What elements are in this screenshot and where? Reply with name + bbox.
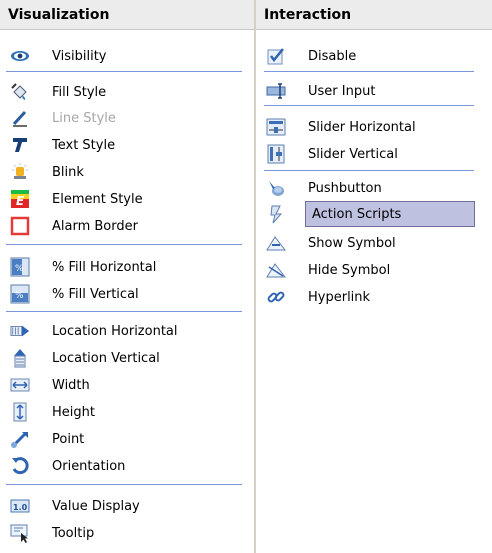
visualization-item-visibility[interactable]: Visibility bbox=[0, 43, 254, 69]
point-icon bbox=[10, 429, 30, 449]
location-horizontal-icon bbox=[10, 321, 30, 341]
visualization-item-orientation[interactable]: Orientation bbox=[0, 453, 254, 479]
visualization-item-height[interactable]: Height bbox=[0, 399, 254, 425]
orientation-icon bbox=[10, 456, 30, 476]
visualization-item-width[interactable]: Width bbox=[0, 372, 254, 398]
visualization-item-percent-fill-horizontal[interactable]: % % Fill Horizontal bbox=[0, 254, 254, 280]
interaction-item-label: Hyperlink bbox=[308, 289, 371, 305]
visualization-item-value-display[interactable]: 1.0 Value Display bbox=[0, 493, 254, 519]
interaction-header: Interaction bbox=[256, 0, 492, 30]
interaction-item-label: Slider Horizontal bbox=[308, 119, 416, 135]
visualization-item-label: Blink bbox=[52, 164, 84, 180]
visualization-item-label: Fill Style bbox=[52, 84, 107, 100]
visualization-item-location-horizontal[interactable]: Location Horizontal bbox=[0, 318, 254, 344]
visualization-item-label: Location Vertical bbox=[52, 350, 160, 366]
group-separator bbox=[6, 484, 242, 485]
visualization-item-label: Element Style bbox=[52, 191, 143, 207]
interaction-item-slider-horizontal[interactable]: Slider Horizontal bbox=[256, 114, 492, 140]
interaction-item-label: User Input bbox=[308, 83, 376, 99]
height-icon bbox=[10, 402, 30, 422]
visualization-header: Visualization bbox=[0, 0, 254, 30]
visualization-column: Visualization bbox=[0, 0, 254, 30]
alarm-border-icon bbox=[10, 216, 30, 236]
visualization-item-label: Text Style bbox=[52, 137, 116, 153]
group-separator bbox=[264, 105, 474, 106]
visualization-item-alarm-border[interactable]: Alarm Border bbox=[0, 213, 254, 239]
interaction-item-label: Hide Symbol bbox=[308, 262, 391, 278]
interaction-item-hide-symbol[interactable]: Hide Symbol bbox=[256, 257, 492, 283]
hide-symbol-icon bbox=[266, 260, 286, 280]
interaction-item-label: Disable bbox=[308, 48, 357, 64]
group-separator bbox=[264, 71, 474, 72]
action-scripts-icon bbox=[266, 204, 286, 224]
blink-light-icon bbox=[10, 162, 30, 182]
tooltip-icon bbox=[10, 523, 30, 543]
visualization-item-label: Visibility bbox=[52, 48, 107, 64]
visualization-item-label: Tooltip bbox=[52, 525, 95, 541]
svg-text:E: E bbox=[16, 194, 25, 208]
user-input-icon bbox=[266, 81, 286, 101]
slider-vertical-icon bbox=[266, 144, 286, 164]
element-style-icon: E bbox=[10, 189, 30, 209]
group-separator bbox=[6, 71, 242, 72]
visualization-item-blink[interactable]: Blink bbox=[0, 159, 254, 185]
visualization-item-label: Width bbox=[52, 377, 90, 393]
show-symbol-icon bbox=[266, 233, 286, 253]
disable-checkbox-icon bbox=[266, 46, 286, 66]
visualization-item-label: Height bbox=[52, 404, 95, 420]
interaction-item-user-input[interactable]: User Input bbox=[256, 78, 492, 104]
svg-text:1.0: 1.0 bbox=[13, 503, 28, 512]
percent-fill-horizontal-icon: % bbox=[10, 257, 30, 277]
slider-horizontal-icon bbox=[266, 117, 286, 137]
visualization-item-text-style[interactable]: Text Style bbox=[0, 132, 254, 158]
visualization-item-label: Location Horizontal bbox=[52, 323, 178, 339]
interaction-item-disable[interactable]: Disable bbox=[256, 43, 492, 69]
visualization-item-fill-style[interactable]: Fill Style bbox=[0, 79, 254, 105]
visualization-item-label: Orientation bbox=[52, 458, 126, 474]
interaction-item-action-scripts[interactable]: Action Scripts bbox=[270, 201, 475, 227]
animation-picker-panel: Visualization Interaction Visibility Fil… bbox=[0, 0, 492, 553]
hyperlink-icon bbox=[266, 287, 286, 307]
visualization-item-label: Alarm Border bbox=[52, 218, 138, 234]
visualization-item-label: Line Style bbox=[52, 110, 116, 126]
svg-text:%: % bbox=[15, 291, 24, 301]
interaction-item-slider-vertical[interactable]: Slider Vertical bbox=[256, 141, 492, 167]
visualization-item-label: % Fill Horizontal bbox=[52, 259, 157, 275]
group-separator bbox=[6, 244, 242, 245]
width-icon bbox=[10, 375, 30, 395]
location-vertical-icon bbox=[10, 348, 30, 368]
visualization-item-label: Point bbox=[52, 431, 85, 447]
eye-icon bbox=[10, 46, 30, 66]
group-separator bbox=[6, 311, 242, 312]
interaction-item-label: Show Symbol bbox=[308, 235, 396, 251]
visualization-item-point[interactable]: Point bbox=[0, 426, 254, 452]
interaction-item-show-symbol[interactable]: Show Symbol bbox=[256, 230, 492, 256]
percent-fill-vertical-icon: % bbox=[10, 284, 30, 304]
text-style-icon bbox=[10, 135, 30, 155]
svg-text:%: % bbox=[15, 264, 24, 274]
value-display-icon: 1.0 bbox=[10, 496, 30, 516]
paint-bucket-icon bbox=[10, 82, 30, 102]
visualization-item-label: Value Display bbox=[52, 498, 140, 514]
visualization-item-percent-fill-vertical[interactable]: % % Fill Vertical bbox=[0, 281, 254, 307]
visualization-item-location-vertical[interactable]: Location Vertical bbox=[0, 345, 254, 371]
pushbutton-icon bbox=[266, 178, 286, 198]
visualization-item-line-style[interactable]: Line Style bbox=[0, 105, 254, 131]
visualization-item-label: % Fill Vertical bbox=[52, 286, 139, 302]
interaction-column: Interaction bbox=[256, 0, 492, 30]
interaction-item-pushbutton[interactable]: Pushbutton bbox=[256, 175, 492, 201]
interaction-item-label: Pushbutton bbox=[308, 180, 382, 196]
pen-line-icon bbox=[10, 108, 30, 128]
interaction-item-label: Action Scripts bbox=[312, 206, 402, 222]
interaction-item-hyperlink[interactable]: Hyperlink bbox=[256, 284, 492, 310]
group-separator bbox=[264, 170, 474, 171]
visualization-item-tooltip[interactable]: Tooltip bbox=[0, 520, 254, 546]
visualization-item-element-style[interactable]: E Element Style bbox=[0, 186, 254, 212]
interaction-item-label: Slider Vertical bbox=[308, 146, 398, 162]
